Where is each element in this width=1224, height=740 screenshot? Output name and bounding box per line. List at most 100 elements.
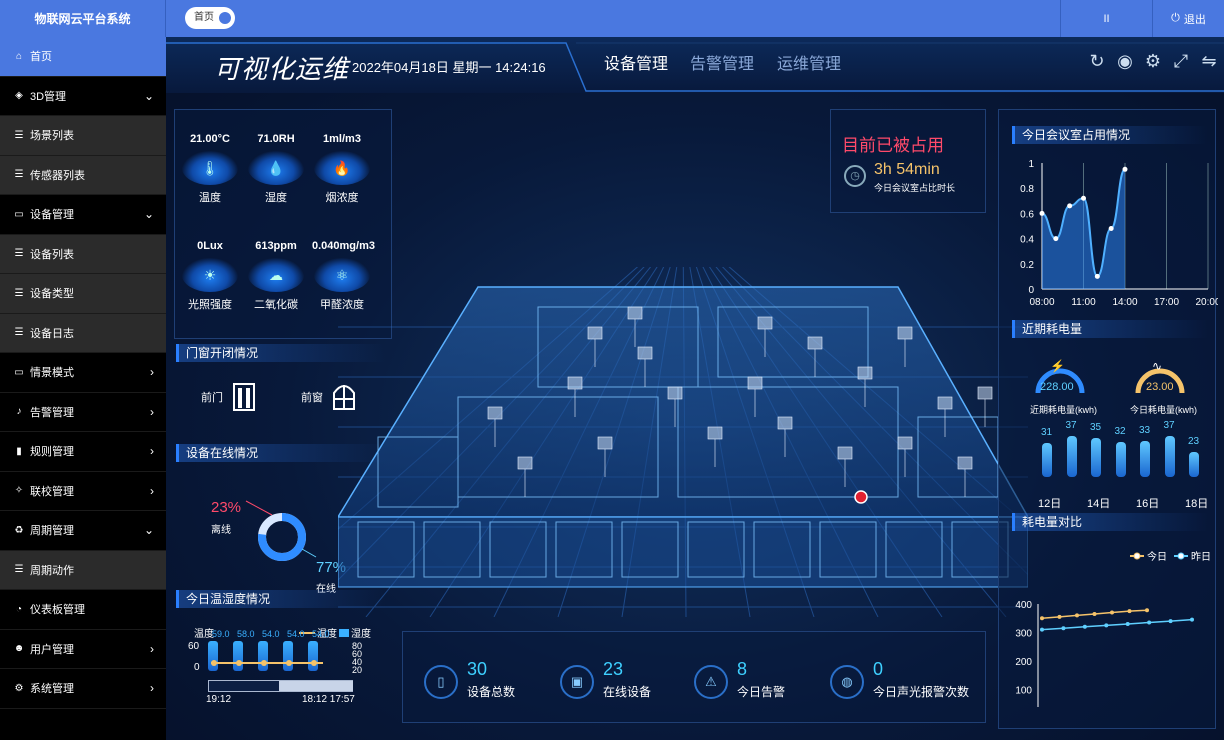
fullscreen-icon[interactable]: ⤢ — [1170, 51, 1192, 72]
device-tag[interactable] — [777, 416, 793, 430]
device-tag[interactable] — [837, 446, 853, 460]
sidebar-item-10[interactable]: ▮ 规则管理 › — [0, 432, 166, 472]
chevron-down-icon: ⌄ — [143, 88, 154, 103]
slider-start: 19:12 — [206, 694, 232, 705]
sidebar-item-15[interactable]: ☻ 用户管理 › — [0, 630, 166, 669]
gear-icon[interactable]: ⚙ — [1142, 51, 1164, 72]
device-tag[interactable] — [897, 326, 913, 340]
device-tag[interactable] — [957, 456, 973, 470]
sidebar-item-12[interactable]: ♻ 周期管理 ⌄ — [0, 511, 166, 551]
sidebar-item-2[interactable]: ☰ 场景列表 — [0, 116, 166, 156]
sidebar-item-3[interactable]: ☰ 传感器列表 — [0, 155, 166, 195]
sidebar-item-label: 联校管理 — [30, 485, 74, 498]
chevron-right-icon: › — [150, 444, 154, 458]
sidebar-item-label: 周期管理 — [30, 525, 74, 538]
cmp-y-tick: 100 — [1015, 686, 1032, 697]
device-tag[interactable] — [747, 376, 763, 390]
top-bar: 物联网云平台系统 首页 II ⏻ 退出 — [0, 0, 1224, 37]
device-tag[interactable] — [897, 436, 913, 450]
device-tag[interactable] — [567, 376, 583, 390]
occ-x-tick: 11:00 — [1071, 297, 1096, 308]
online-device-icon: ▣ — [560, 665, 594, 699]
sidebar-item-13[interactable]: ☰ 周期动作 — [0, 550, 166, 590]
recent-energy-label: 近期耗电量(kwh) — [1030, 405, 1097, 415]
sidebar-item-label: 3D管理 — [30, 90, 67, 103]
logout-label: 退出 — [1183, 13, 1206, 26]
device-tag[interactable] — [977, 386, 993, 400]
stat-value: 23 — [603, 659, 624, 679]
logout-button[interactable]: ⏻ 退出 — [1152, 0, 1224, 37]
sidebar-item-11[interactable]: ✧ 联校管理 › — [0, 472, 166, 511]
cmp-point — [1125, 621, 1130, 626]
device-tag[interactable] — [667, 386, 683, 400]
cube-icon: ◈ — [15, 90, 23, 102]
tab-home[interactable]: 首页 — [185, 7, 235, 29]
device-tag[interactable] — [597, 436, 613, 450]
eye-icon[interactable]: ◉ — [1114, 51, 1136, 72]
energy-x-label: 16日 — [1136, 498, 1160, 510]
sidebar-item-7[interactable]: ☰ 设备日志 — [0, 313, 166, 353]
pause-label: II — [1103, 12, 1110, 25]
cmp-y-tick: 300 — [1015, 629, 1032, 640]
sidebar-item-14[interactable]: ◔ 仪表板管理 — [0, 590, 166, 630]
tab-alarm-management[interactable]: 告警管理 — [690, 50, 754, 74]
sidebar-item-8[interactable]: ▭ 情景模式 › — [0, 353, 166, 393]
pause-button[interactable]: II — [1060, 0, 1152, 37]
device-icon: ▯ — [424, 665, 458, 699]
tab-close-icon[interactable] — [219, 12, 231, 24]
time-range-slider[interactable] — [208, 680, 353, 692]
sidebar-item-5[interactable]: ☰ 设备列表 — [0, 234, 166, 274]
stat-2: ⚠ 8 今日告警 — [694, 659, 824, 709]
swap-icon[interactable]: ⇋ — [1198, 51, 1220, 72]
energy-bar — [1115, 442, 1126, 477]
chevron-right-icon: › — [150, 365, 154, 379]
device-tag[interactable] — [627, 306, 643, 320]
energy-x-label: 18日 — [1185, 498, 1209, 510]
device-tag[interactable] — [637, 346, 653, 360]
sidebar-item-16[interactable]: ⚙ 系统管理 › — [0, 669, 166, 709]
device-tag[interactable] — [807, 336, 823, 350]
cmp-legend-label: 昨日 — [1191, 551, 1211, 563]
sidebar-item-4[interactable]: ▭ 设备管理 ⌄ — [0, 195, 166, 235]
energy-x-label: 14日 — [1087, 498, 1111, 510]
alarm-device-icon[interactable] — [854, 490, 868, 504]
occ-point — [1094, 273, 1100, 279]
device-tag[interactable] — [937, 396, 953, 410]
energy-bar-value: 32 — [1114, 426, 1126, 437]
recycle-icon: ♻ — [14, 524, 24, 536]
building-3d-view[interactable] — [338, 267, 1028, 617]
tab-device-management[interactable]: 设备管理 — [604, 50, 668, 74]
users-icon: ☻ — [13, 643, 25, 655]
alarm-icon: ⚠ — [694, 665, 728, 699]
sidebar-item-0[interactable]: ⌂ 首页 — [0, 37, 166, 77]
device-tag[interactable] — [487, 406, 503, 420]
sidebar-item-9[interactable]: ♪ 告警管理 › — [0, 393, 166, 432]
sidebar-item-6[interactable]: ☰ 设备类型 — [0, 274, 166, 314]
device-tag[interactable] — [517, 456, 533, 470]
slider-selection[interactable] — [279, 681, 353, 691]
flame-icon: 🔥 — [314, 151, 370, 185]
sensor-value: 71.0RH — [257, 133, 295, 145]
sidebar-item-label: 设备类型 — [30, 288, 74, 301]
stat-label: 今日告警 — [737, 685, 786, 699]
sidebar: ⌂ 首页 ◈ 3D管理 ⌄ ☰ 场景列表 ☰ 传感器列表 ▭ 设备管理 ⌄ ☰ 设备列表 ☰ 设备类型 ☰ 设备日… — [0, 37, 166, 740]
refresh-icon[interactable]: ↻ — [1086, 51, 1108, 72]
page-title: 可视化运维 — [214, 54, 350, 84]
device-tag[interactable] — [587, 326, 603, 340]
sidebar-item-1[interactable]: ◈ 3D管理 ⌄ — [0, 77, 166, 116]
gear-icon: ⚙ — [14, 682, 24, 694]
occ-point — [1108, 226, 1114, 232]
device-tag[interactable] — [707, 426, 723, 440]
sidebar-item-label: 设备管理 — [30, 209, 74, 222]
legend-hum: 湿度 — [351, 629, 371, 640]
tab-ops-management[interactable]: 运维管理 — [777, 50, 841, 74]
tab-home-label: 首页 — [194, 12, 214, 23]
list-icon: ☰ — [14, 248, 24, 260]
device-tag[interactable] — [857, 366, 873, 380]
stat-0: ▯ 30 设备总数 — [424, 659, 554, 709]
device-tag[interactable] — [757, 316, 773, 330]
sensor-value: 0.040mg/m3 — [312, 240, 375, 252]
chevron-down-icon: ⌄ — [143, 523, 154, 537]
hum-bar-value: 58.0 — [237, 629, 255, 639]
energy-bar-value: 33 — [1139, 425, 1151, 436]
